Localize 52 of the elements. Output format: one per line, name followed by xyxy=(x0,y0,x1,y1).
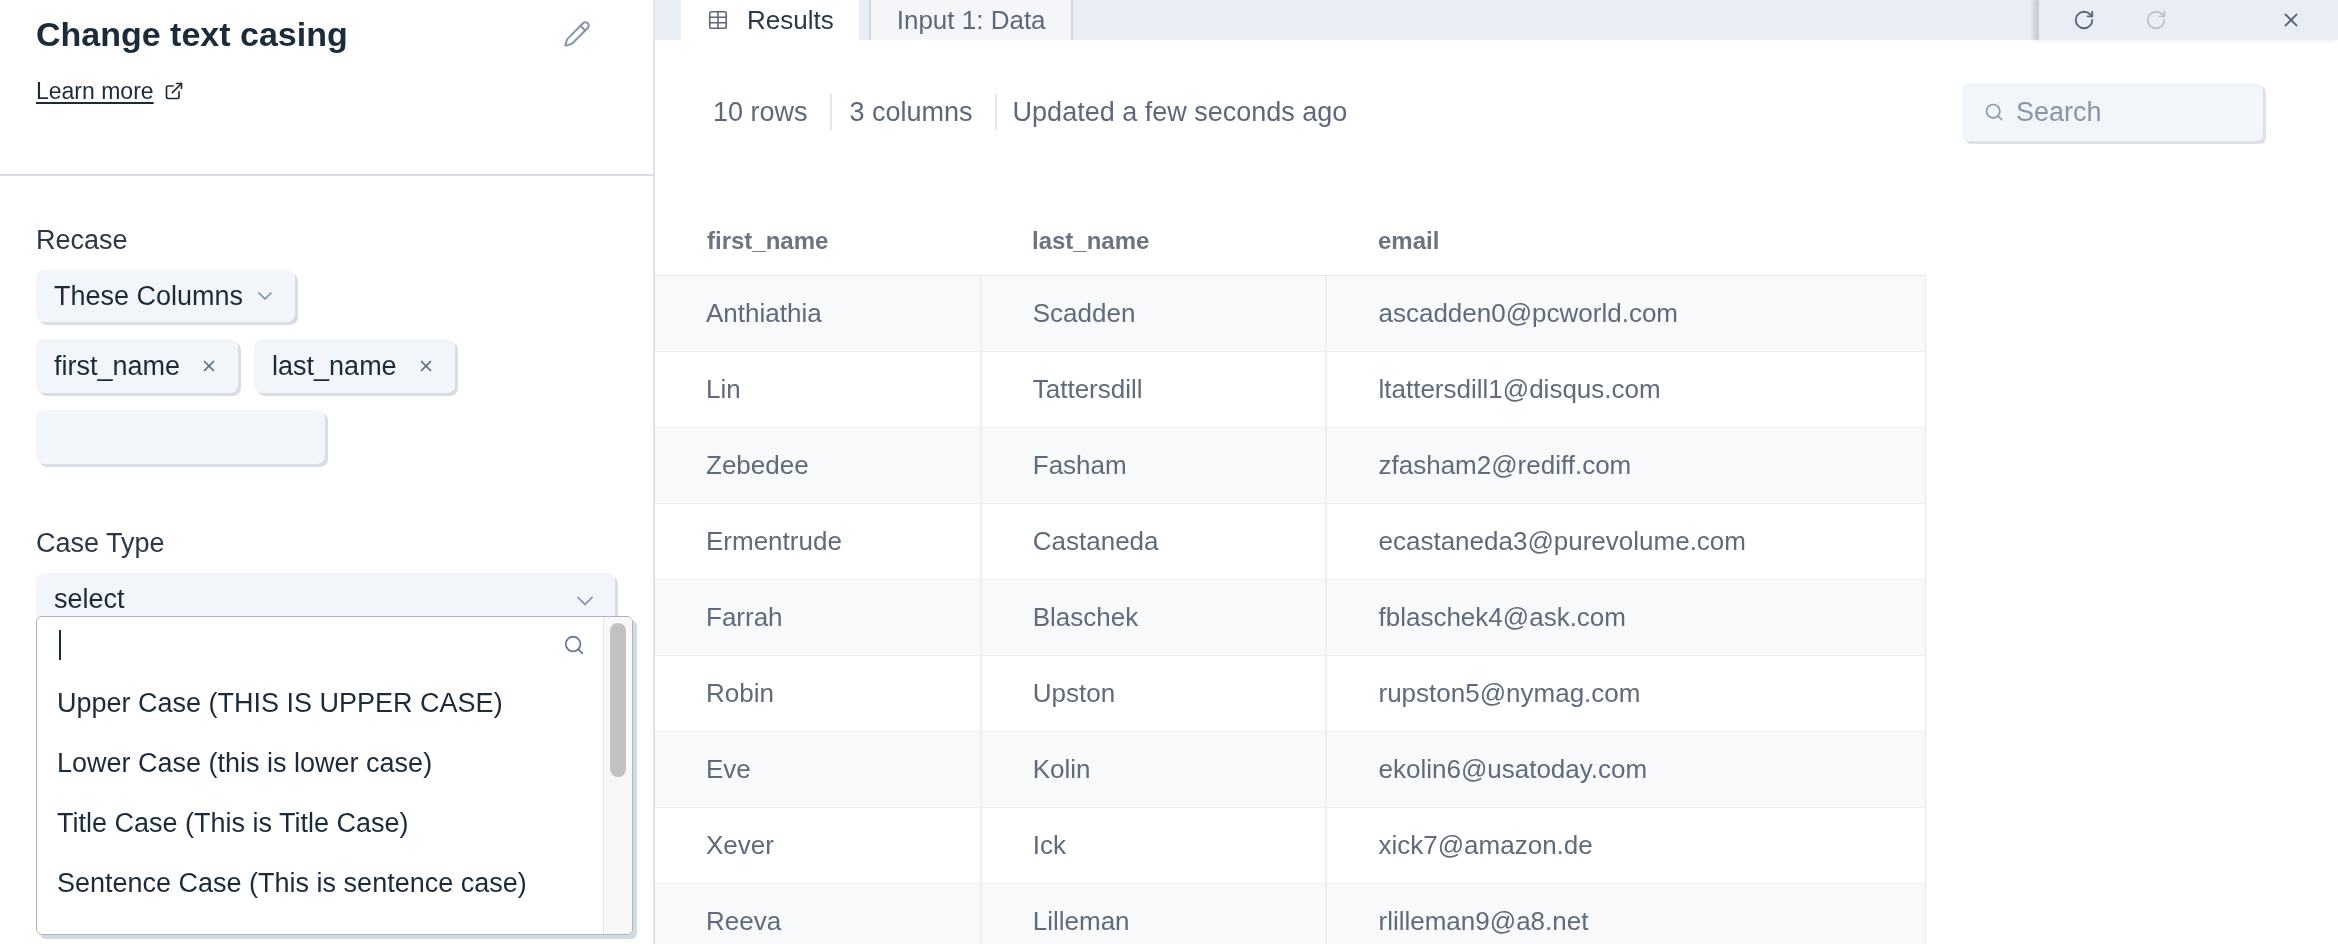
column-header[interactable]: email xyxy=(1378,227,1440,254)
table-cell-text: ltattersdill1@disqus.com xyxy=(1378,373,1661,406)
table-cell-text: zfasham2@rediff.com xyxy=(1378,449,1632,482)
column-name: first_name xyxy=(54,349,181,383)
learn-more-link[interactable]: Learn more xyxy=(36,78,184,104)
table-cell-text: Reeva xyxy=(706,905,782,938)
table-cell-text: Robin xyxy=(706,677,774,710)
table-cell-text: ekolin6@usatoday.com xyxy=(1378,753,1648,786)
scrollbar-thumb[interactable] xyxy=(610,623,626,777)
table-cell-text: Kolin xyxy=(1032,753,1091,786)
table-cell-text: Fasham xyxy=(1032,449,1127,482)
updated-status: Updated a few seconds ago xyxy=(1012,95,1348,129)
table-cell-text: Tattersdill xyxy=(1032,373,1143,406)
circular-arrow-icon[interactable] xyxy=(2073,9,2095,31)
search-field[interactable]: Search xyxy=(1962,83,2263,141)
table-cell-text: Zebedee xyxy=(706,449,809,482)
table-cell-text: Ermentrude xyxy=(706,525,842,558)
table-cell-text: ascadden0@pcworld.com xyxy=(1378,297,1679,330)
panel-title: Change text casing xyxy=(36,14,348,54)
tab[interactable]: Input 1: Data xyxy=(868,0,1073,40)
table-cell-text: Castaneda xyxy=(1032,525,1159,558)
table-cell-text: Lin xyxy=(706,373,741,406)
table-cell-text: rlilleman9@a8.net xyxy=(1378,905,1589,938)
table-cell-text: Lilleman xyxy=(1032,905,1130,938)
table-cell-text: Farrah xyxy=(706,601,783,634)
column-header[interactable]: last_name xyxy=(1032,227,1150,254)
search-icon xyxy=(1984,102,2004,122)
table-cell-text: Blaschek xyxy=(1032,601,1139,634)
table-cell-text: xick7@amazon.de xyxy=(1378,829,1593,862)
table-cell-text: fblaschek4@ask.com xyxy=(1378,601,1626,634)
table-cell-text: rupston5@nymag.com xyxy=(1378,677,1641,710)
column-header[interactable]: first_name xyxy=(707,227,829,254)
table-cell-text: Ick xyxy=(1032,829,1066,862)
table-cell-text: Xever xyxy=(706,829,774,862)
table-cell-text: Eve xyxy=(706,753,751,786)
column-name: last_name xyxy=(272,349,397,383)
pencil-icon[interactable] xyxy=(563,20,591,48)
table-cell-text: ecastaneda3@purevolume.com xyxy=(1378,525,1746,558)
search-icon xyxy=(563,634,585,656)
text-cursor-icon xyxy=(59,630,61,660)
external-link-icon xyxy=(163,81,184,101)
mode-dropdown[interactable]: These Columns xyxy=(36,270,296,322)
table-cell-text: Scadden xyxy=(1032,297,1136,330)
add-column-field[interactable] xyxy=(36,410,325,464)
table-cell-text: Upston xyxy=(1032,677,1116,710)
table-icon xyxy=(707,9,729,31)
recase-label: Recase xyxy=(36,224,128,256)
table-cell-text: Anthiathia xyxy=(706,297,822,330)
case-type-label: Case Type xyxy=(36,527,165,559)
tab[interactable]: Results xyxy=(681,0,859,40)
column-count: 3 columns xyxy=(849,95,973,129)
row-count: 10 rows xyxy=(713,95,808,129)
